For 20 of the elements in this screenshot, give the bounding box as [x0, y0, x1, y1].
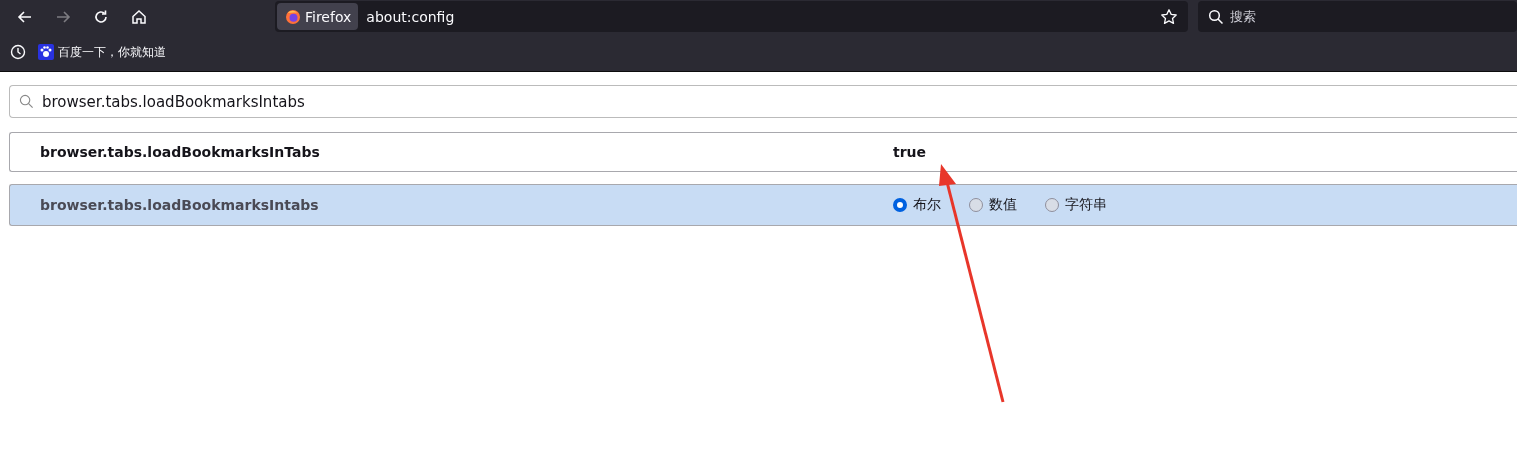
identity-label[interactable]: Firefox — [277, 3, 359, 30]
history-icon[interactable] — [10, 44, 26, 60]
type-radio[interactable]: 字符串 — [1045, 196, 1107, 214]
type-radio[interactable]: 布尔 — [893, 196, 941, 214]
home-icon — [130, 7, 148, 26]
search-icon — [1208, 9, 1224, 25]
address-bar[interactable]: Firefox about:config — [275, 1, 1188, 32]
search-icon — [19, 94, 34, 109]
search-field[interactable]: 搜索 — [1198, 1, 1517, 32]
filter-field[interactable]: browser.tabs.loadBookmarksIntabs — [9, 85, 1517, 118]
pref-row[interactable]: browser.tabs.loadBookmarksInTabs true — [9, 132, 1517, 172]
bookmark-star-icon[interactable] — [1160, 7, 1178, 26]
browser-logo-icon — [285, 8, 301, 25]
type-radio[interactable]: 数值 — [969, 196, 1017, 214]
new-pref-row[interactable]: browser.tabs.loadBookmarksIntabs 布尔 数值 字符串 — [9, 184, 1517, 226]
pref-value: true — [893, 144, 927, 160]
paw-icon — [38, 44, 54, 60]
bookmark-item[interactable]: 百度一下，你就知道 — [38, 43, 166, 61]
pref-name: browser.tabs.loadBookmarksIntabs — [39, 197, 320, 213]
pref-name: browser.tabs.loadBookmarksInTabs — [39, 144, 321, 160]
